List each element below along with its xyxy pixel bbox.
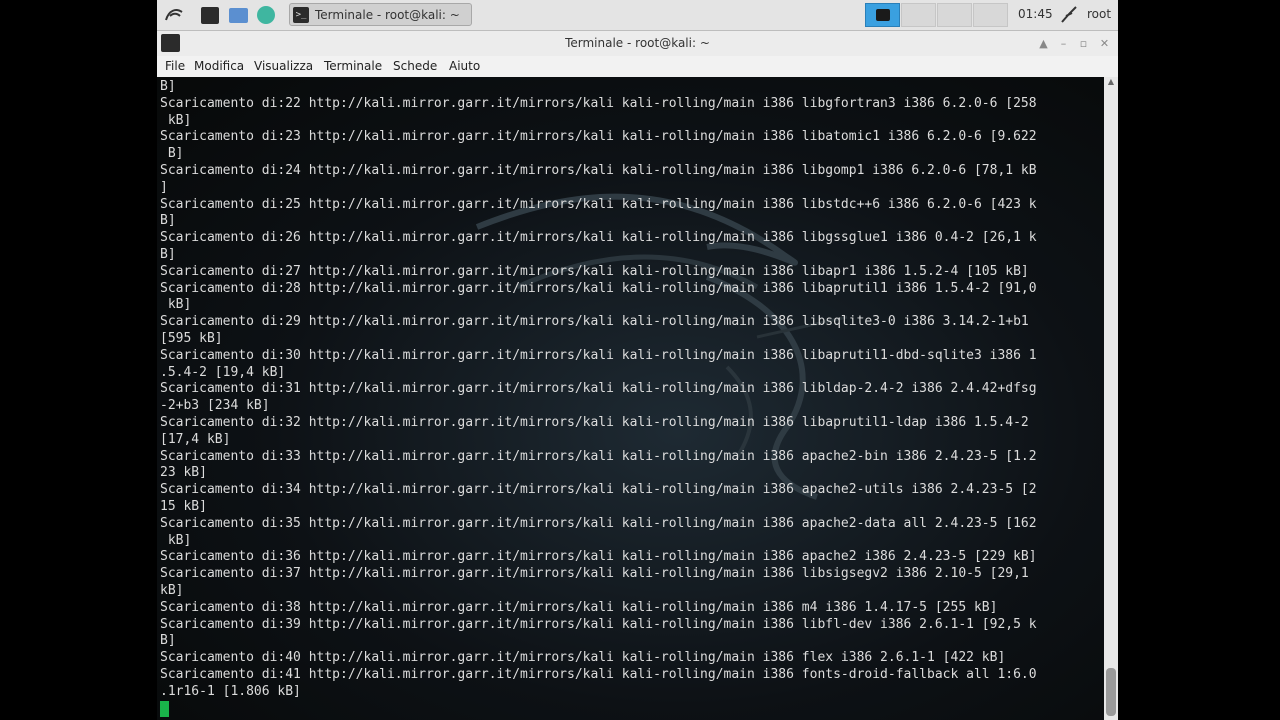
terminal-line: Scaricamento di:29 http://kali.mirror.ga… [160, 314, 1029, 330]
terminal-line: kB] [160, 112, 192, 128]
left-letterbox [0, 0, 157, 720]
dragon-user-icon [1060, 4, 1078, 24]
terminal-line: Scaricamento di:33 http://kali.mirror.ga… [160, 448, 1037, 464]
window-title: Terminale - root@kali: ~ [565, 36, 710, 50]
terminal-icon: >_ [293, 6, 309, 23]
workspace-1[interactable] [865, 3, 900, 27]
top-panel: >_ Terminale - root@kali: ~ 01:45 root [157, 0, 1118, 31]
scrollbar-thumb[interactable] [1106, 668, 1116, 716]
minimize-icon[interactable]: – [1055, 36, 1072, 51]
kali-menu-icon[interactable] [163, 4, 185, 26]
terminal-line: B] [160, 79, 176, 94]
terminal-output: B] Scaricamento di:22 http://kali.mirror.… [160, 79, 1104, 700]
roll-up-icon[interactable]: ▲ [1035, 36, 1052, 51]
terminal-line: ] [160, 179, 168, 195]
terminal-line: Scaricamento di:23 http://kali.mirror.ga… [160, 129, 1037, 145]
window-titlebar[interactable]: Terminale - root@kali: ~ ▲ – ▫ ✕ [157, 31, 1118, 57]
terminal-line: Scaricamento di:36 http://kali.mirror.ga… [160, 549, 1037, 565]
terminal-line: Scaricamento di:35 http://kali.mirror.ga… [160, 515, 1037, 531]
terminal-line: B] [160, 633, 176, 649]
menu-schede[interactable]: Schede [393, 59, 437, 73]
terminal-line: Scaricamento di:40 http://kali.mirror.ga… [160, 650, 1006, 666]
scroll-up-icon[interactable]: ▲ [1104, 77, 1118, 89]
terminal-icon [875, 9, 890, 21]
clock[interactable]: 01:45 [1018, 7, 1053, 21]
terminal-line: kB] [160, 582, 184, 598]
terminal-line: [595 kB] [160, 330, 223, 346]
terminal-line: 23 kB] [160, 465, 207, 481]
workspace-4[interactable] [973, 3, 1008, 27]
terminal-scrollbar[interactable] [1104, 77, 1118, 720]
terminal-line: Scaricamento di:30 http://kali.mirror.ga… [160, 347, 1037, 363]
menu-terminale[interactable]: Terminale [324, 59, 382, 73]
terminal-line: Scaricamento di:37 http://kali.mirror.ga… [160, 566, 1029, 582]
terminal-launcher-icon[interactable] [199, 4, 221, 26]
terminal-line: Scaricamento di:31 http://kali.mirror.ga… [160, 381, 1037, 397]
terminal-line: Scaricamento di:28 http://kali.mirror.ga… [160, 280, 1037, 296]
terminal-line: kB] [160, 532, 192, 548]
terminal-line: [17,4 kB] [160, 431, 231, 447]
terminal-line: Scaricamento di:26 http://kali.mirror.ga… [160, 230, 1037, 246]
workspace-3[interactable] [937, 3, 972, 27]
terminal-line: B] [160, 213, 176, 229]
browser-icon[interactable] [255, 4, 277, 26]
taskbar-terminal-label: Terminale - root@kali: ~ [315, 7, 460, 22]
terminal-line: kB] [160, 297, 192, 313]
terminal-cursor [160, 701, 169, 717]
terminal-area[interactable]: B] Scaricamento di:22 http://kali.mirror.… [157, 77, 1104, 720]
taskbar-terminal-button[interactable]: >_ Terminale - root@kali: ~ [289, 3, 472, 26]
right-letterbox [1118, 0, 1280, 720]
terminal-line: Scaricamento di:32 http://kali.mirror.ga… [160, 414, 1029, 430]
file-manager-icon[interactable] [227, 4, 249, 26]
terminal-line: Scaricamento di:41 http://kali.mirror.ga… [160, 666, 1037, 682]
user-menu[interactable]: root [1087, 7, 1111, 21]
terminal-line: .1r16-1 [1.806 kB] [160, 683, 301, 699]
menu-visualizza[interactable]: Visualizza [254, 59, 313, 73]
terminal-line: Scaricamento di:27 http://kali.mirror.ga… [160, 263, 1029, 279]
terminal-line: -2+b3 [234 kB] [160, 398, 270, 414]
terminal-line: B] [160, 146, 184, 162]
workspace-2[interactable] [901, 3, 936, 27]
maximize-icon[interactable]: ▫ [1075, 36, 1092, 51]
terminal-line: Scaricamento di:24 http://kali.mirror.ga… [160, 162, 1037, 178]
terminal-line: Scaricamento di:25 http://kali.mirror.ga… [160, 196, 1037, 212]
close-icon[interactable]: ✕ [1096, 36, 1113, 51]
terminal-line: Scaricamento di:34 http://kali.mirror.ga… [160, 482, 1037, 498]
terminal-line: Scaricamento di:22 http://kali.mirror.ga… [160, 95, 1037, 111]
terminal-line: Scaricamento di:38 http://kali.mirror.ga… [160, 599, 998, 615]
terminal-line: 15 kB] [160, 498, 207, 514]
menu-bar: File Modifica Visualizza Terminale Sched… [157, 56, 1118, 77]
terminal-line: Scaricamento di:39 http://kali.mirror.ga… [160, 616, 1037, 632]
terminal-line: .5.4-2 [19,4 kB] [160, 364, 286, 380]
menu-file[interactable]: File [165, 59, 185, 73]
menu-modifica[interactable]: Modifica [194, 59, 244, 73]
terminal-line: B] [160, 246, 176, 262]
menu-aiuto[interactable]: Aiuto [449, 59, 480, 73]
